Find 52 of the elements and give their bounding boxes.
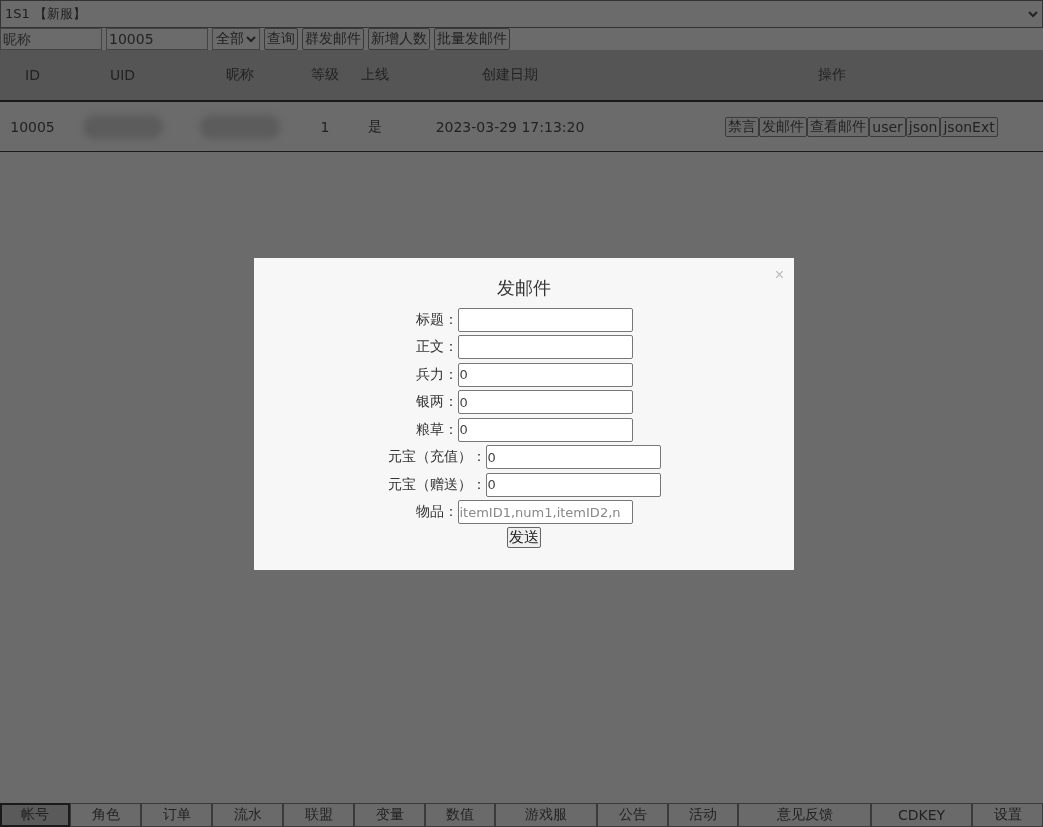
table-cell: 10005 [10,118,55,135]
uid-field[interactable]: 10005 [106,28,208,50]
input-field[interactable]: itemID1,num1,itemID2,n [457,500,633,525]
action-button[interactable]: user [869,116,906,137]
field-label: 银两： [415,393,458,412]
action-button[interactable]: json [905,116,941,137]
caret-icon [246,35,256,43]
nav-tab[interactable]: CDKEY [871,803,972,827]
action-button[interactable]: 禁言 [725,116,760,137]
caret-icon [1028,10,1038,18]
input-field[interactable] [457,335,633,360]
nickname-field[interactable]: 昵称 [0,28,102,50]
nav-tab[interactable]: 订单 [141,803,212,827]
input-field[interactable]: 0 [457,390,633,415]
close-button[interactable]: × [774,266,784,284]
input-field[interactable]: 0 [457,362,633,387]
field-label: 元宝（充值）： [387,448,486,467]
action-button[interactable]: 查看邮件 [807,116,870,137]
input-field[interactable] [457,307,633,332]
field-label: 元宝（赠送）： [387,475,486,494]
table-cell: 1 [320,118,330,135]
nav-tab[interactable]: 活动 [668,803,738,827]
nav-tab[interactable]: 变量 [354,803,425,827]
scope-select[interactable]: 全部 [212,28,260,50]
input-field[interactable]: 0 [485,445,661,470]
toolbar-button[interactable]: 新增人数 [368,28,430,50]
field-label: 标题： [415,310,458,329]
nav-tab[interactable]: 意见反馈 [738,803,871,827]
field-label: 兵力： [415,365,458,384]
table-cell: 2023-03-29 17:13:20 [435,118,585,135]
action-button[interactable]: 发邮件 [759,116,808,137]
field-label: 物品： [415,503,458,522]
toolbar-button[interactable]: 批量发邮件 [434,28,510,50]
input-field[interactable]: 0 [485,472,661,497]
nav-tab[interactable]: 设置 [972,803,1043,827]
nav-tab[interactable]: 游戏服 [495,803,597,827]
field-label: 粮草： [415,420,458,439]
send-button[interactable]: 发送 [507,527,541,548]
toolbar-button[interactable]: 查询 [264,28,298,50]
nav-tab[interactable]: 公告 [597,803,668,827]
server-select[interactable]: 1S1 【新服】 [0,0,1043,28]
nav-tab[interactable]: 流水 [212,803,283,827]
nav-tab[interactable]: 角色 [70,803,141,827]
dialog-title: 发邮件 [497,276,551,300]
input-field[interactable]: 0 [457,417,633,442]
table-cell: 是 [368,117,382,136]
toolbar-button[interactable]: 群发邮件 [302,28,364,50]
nav-tab[interactable]: 联盟 [283,803,354,827]
field-label: 正文： [415,338,458,357]
nav-tab[interactable]: 数值 [425,803,495,827]
nav-tab[interactable]: 帐号 [0,803,70,827]
action-button[interactable]: jsonExt [940,116,998,137]
